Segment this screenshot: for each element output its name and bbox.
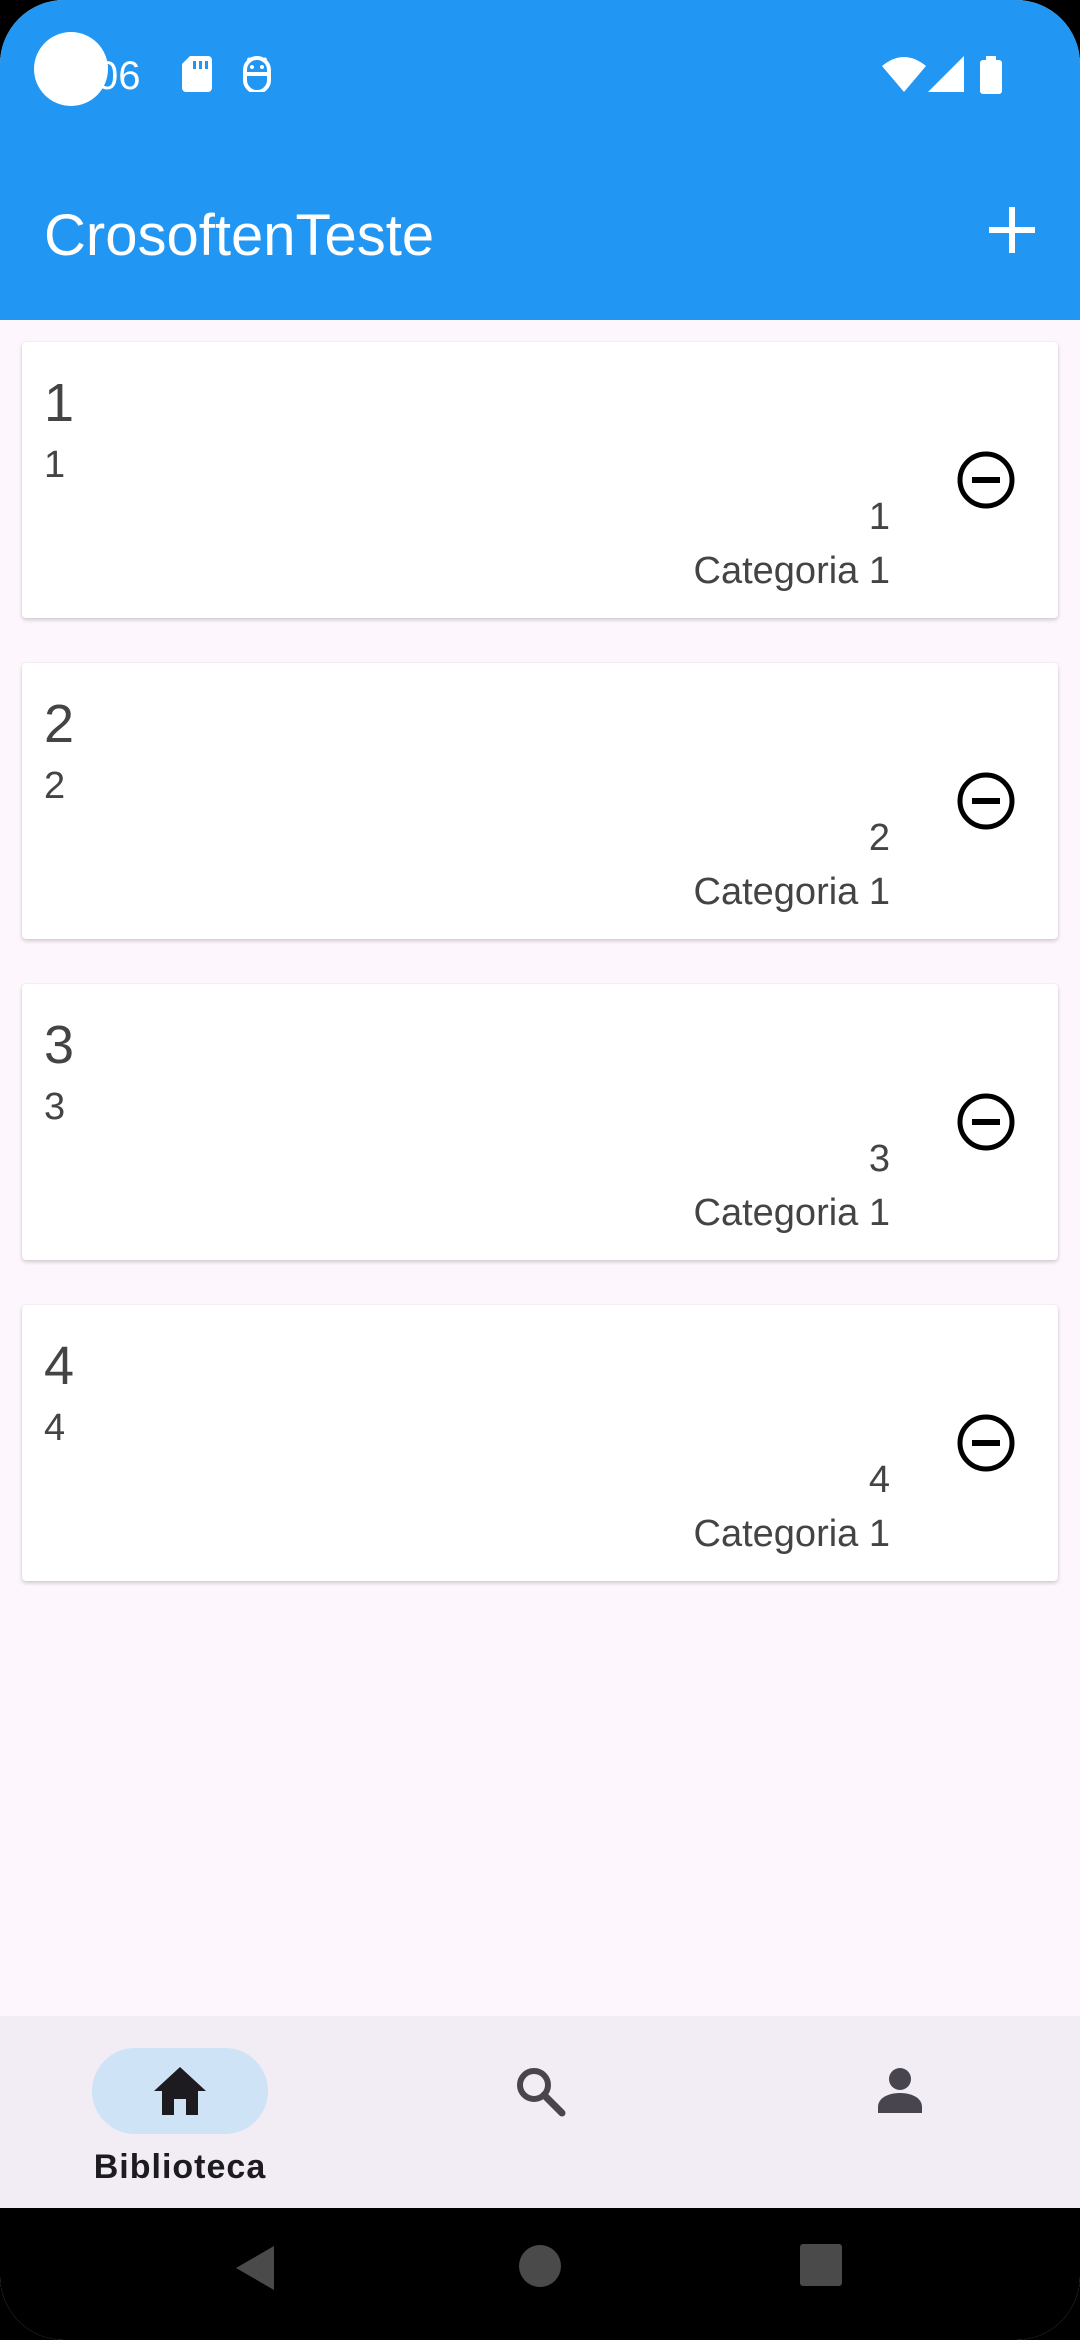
list-item[interactable]: 4 4 4 Categoria 1 bbox=[22, 1305, 1058, 1581]
recents-icon[interactable] bbox=[800, 2244, 842, 2286]
item-value: 1 bbox=[868, 496, 890, 538]
item-value: 4 bbox=[868, 1459, 890, 1501]
item-value: 2 bbox=[868, 817, 890, 859]
remove-circle-icon[interactable] bbox=[954, 769, 1018, 833]
list-item[interactable]: 2 2 2 Categoria 1 bbox=[22, 663, 1058, 939]
nav-item-biblioteca[interactable]: Biblioteca bbox=[0, 2016, 360, 2208]
app-screen: 06 CrosoftenTeste 1 1 1 Categoria 1 2 2 … bbox=[0, 0, 1080, 2340]
signal-icon bbox=[928, 56, 964, 92]
nav-label: Biblioteca bbox=[93, 2148, 267, 2186]
nav-item-search[interactable] bbox=[360, 2016, 720, 2208]
app-title: CrosoftenTeste bbox=[44, 203, 435, 268]
camera-cutout bbox=[34, 32, 108, 106]
list-item[interactable]: 1 1 1 Categoria 1 bbox=[22, 342, 1058, 618]
home-icon bbox=[154, 2067, 206, 2115]
item-subtitle: 3 bbox=[44, 1086, 66, 1128]
plus-icon bbox=[989, 207, 1035, 253]
item-title: 2 bbox=[44, 694, 75, 754]
status-bar: 06 bbox=[0, 0, 1080, 150]
android-debug-icon bbox=[243, 56, 271, 92]
remove-circle-icon[interactable] bbox=[954, 1411, 1018, 1475]
item-title: 3 bbox=[44, 1015, 75, 1075]
item-subtitle: 1 bbox=[44, 444, 66, 486]
wifi-icon bbox=[882, 57, 926, 92]
item-category: Categoria 1 bbox=[693, 1192, 890, 1234]
add-button[interactable] bbox=[972, 190, 1052, 270]
item-category: Categoria 1 bbox=[693, 550, 890, 592]
top-app-bar: CrosoftenTeste bbox=[0, 150, 1080, 320]
remove-circle-icon[interactable] bbox=[954, 448, 1018, 512]
battery-icon bbox=[980, 56, 1002, 94]
list-item[interactable]: 3 3 3 Categoria 1 bbox=[22, 984, 1058, 1260]
item-title: 1 bbox=[44, 373, 75, 433]
system-navigation-bar bbox=[0, 2208, 1080, 2340]
item-title: 4 bbox=[44, 1336, 75, 1396]
sd-card-icon bbox=[182, 56, 212, 92]
item-subtitle: 2 bbox=[44, 765, 66, 807]
person-icon bbox=[878, 2068, 922, 2113]
item-category: Categoria 1 bbox=[693, 871, 890, 913]
item-category: Categoria 1 bbox=[693, 1513, 890, 1555]
search-icon bbox=[517, 2068, 566, 2117]
bottom-navigation: Biblioteca bbox=[0, 2016, 1080, 2208]
item-value: 3 bbox=[868, 1138, 890, 1180]
nav-item-profile[interactable] bbox=[720, 2016, 1080, 2208]
item-subtitle: 4 bbox=[44, 1407, 66, 1449]
back-icon[interactable] bbox=[234, 2244, 276, 2292]
home-circle-icon[interactable] bbox=[518, 2244, 562, 2288]
remove-circle-icon[interactable] bbox=[954, 1090, 1018, 1154]
